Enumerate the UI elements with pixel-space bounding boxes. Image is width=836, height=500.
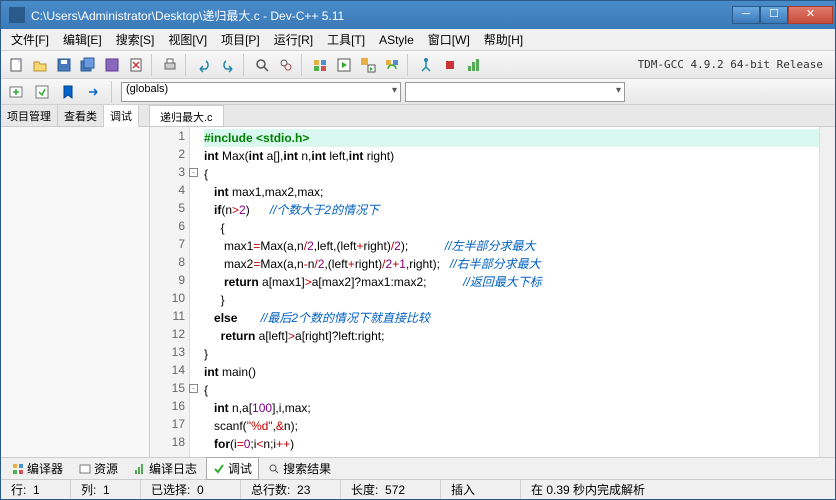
compiler-selector[interactable]: TDM-GCC 4.9.2 64-bit Release — [630, 58, 831, 71]
check-icon — [213, 463, 225, 475]
scrollbar-vertical[interactable] — [819, 127, 835, 457]
bottom-tab-调试[interactable]: 调试 — [206, 457, 259, 480]
status-len: 572 — [385, 483, 405, 497]
undo-button[interactable] — [193, 54, 215, 76]
minimize-button[interactable]: ─ — [732, 6, 760, 24]
globals-combo[interactable]: (globals) — [121, 82, 401, 102]
title-bar: C:\Users\Administrator\Desktop\递归最大.c - … — [1, 1, 835, 29]
status-col: 1 — [103, 483, 110, 497]
save-button[interactable] — [53, 54, 75, 76]
toolbar-secondary: (globals) — [1, 79, 835, 105]
status-sel-label: 已选择: — [151, 481, 190, 498]
status-col-label: 列: — [81, 481, 96, 498]
menu-搜索[S][interactable]: 搜索[S] — [110, 29, 161, 50]
stop-button[interactable] — [439, 54, 461, 76]
window-title: C:\Users\Administrator\Desktop\递归最大.c - … — [31, 7, 732, 24]
compile-run-button[interactable] — [357, 54, 379, 76]
profile-button[interactable] — [463, 54, 485, 76]
rebuild-button[interactable] — [381, 54, 403, 76]
goto-button[interactable] — [83, 81, 105, 103]
side-tab-1[interactable]: 查看类 — [58, 105, 104, 126]
bottom-tab-搜索结果[interactable]: 搜索结果 — [261, 457, 338, 480]
compile-button[interactable] — [309, 54, 331, 76]
status-parse: 在 0.39 秒内完成解析 — [521, 480, 835, 499]
grid-icon — [12, 463, 24, 475]
print-button[interactable] — [159, 54, 181, 76]
menu-视图[V][interactable]: 视图[V] — [162, 29, 213, 50]
replace-button[interactable] — [275, 54, 297, 76]
bookmark-button[interactable] — [57, 81, 79, 103]
save-as-button[interactable] — [101, 54, 123, 76]
insert-button[interactable] — [31, 81, 53, 103]
members-combo[interactable] — [405, 82, 625, 102]
open-file-button[interactable] — [29, 54, 51, 76]
find-button[interactable] — [251, 54, 273, 76]
line-gutter: 123-456789101112131415-161718 — [150, 127, 190, 457]
debug-button[interactable] — [415, 54, 437, 76]
status-insert-mode: 插入 — [441, 480, 521, 499]
status-total: 23 — [297, 483, 310, 497]
menu-工具[T][interactable]: 工具[T] — [321, 29, 371, 50]
file-tab-bar: 递归最大.c — [150, 105, 835, 127]
bottom-tab-编译日志[interactable]: 编译日志 — [127, 457, 204, 480]
side-tab-0[interactable]: 项目管理 — [1, 105, 58, 126]
fold-icon[interactable]: - — [189, 168, 198, 177]
close-file-button[interactable] — [125, 54, 147, 76]
status-line: 1 — [33, 483, 40, 497]
new-file-button[interactable] — [5, 54, 27, 76]
menu-AStyle[interactable]: AStyle — [373, 31, 420, 49]
save-all-button[interactable] — [77, 54, 99, 76]
side-tab-2[interactable]: 调试 — [104, 105, 139, 127]
status-bar: 行: 1 列: 1 已选择: 0 总行数: 23 长度: 572 插入 在 0.… — [1, 479, 835, 499]
redo-button[interactable] — [217, 54, 239, 76]
status-len-label: 长度: — [351, 481, 378, 498]
status-total-label: 总行数: — [251, 481, 290, 498]
new-project-button[interactable] — [5, 81, 27, 103]
toolbar-main: TDM-GCC 4.9.2 64-bit Release — [1, 51, 835, 79]
app-icon — [9, 7, 25, 23]
menu-bar: 文件[F]编辑[E]搜索[S]视图[V]项目[P]运行[R]工具[T]AStyl… — [1, 29, 835, 51]
maximize-button[interactable]: ☐ — [760, 6, 788, 24]
status-line-label: 行: — [11, 481, 26, 498]
menu-窗口[W][interactable]: 窗口[W] — [422, 29, 476, 50]
file-tab[interactable]: 递归最大.c — [150, 105, 224, 126]
bottom-tab-资源[interactable]: 资源 — [72, 457, 125, 480]
bottom-panel-tabs: 编译器资源编译日志调试搜索结果 — [1, 457, 835, 479]
close-button[interactable]: ✕ — [788, 6, 833, 24]
code-editor[interactable]: 123-456789101112131415-161718 #include <… — [150, 127, 835, 457]
res-icon — [79, 463, 91, 475]
menu-运行[R][interactable]: 运行[R] — [268, 29, 319, 50]
menu-帮助[H][interactable]: 帮助[H] — [478, 29, 529, 50]
status-sel: 0 — [197, 483, 204, 497]
sidebar: 项目管理查看类调试 — [1, 105, 150, 457]
bottom-tab-编译器[interactable]: 编译器 — [5, 457, 70, 480]
menu-项目[P][interactable]: 项目[P] — [215, 29, 266, 50]
run-button[interactable] — [333, 54, 355, 76]
fold-icon[interactable]: - — [189, 384, 198, 393]
search-icon — [268, 463, 280, 475]
log-icon — [134, 463, 146, 475]
menu-编辑[E][interactable]: 编辑[E] — [57, 29, 108, 50]
menu-文件[F][interactable]: 文件[F] — [5, 29, 55, 50]
